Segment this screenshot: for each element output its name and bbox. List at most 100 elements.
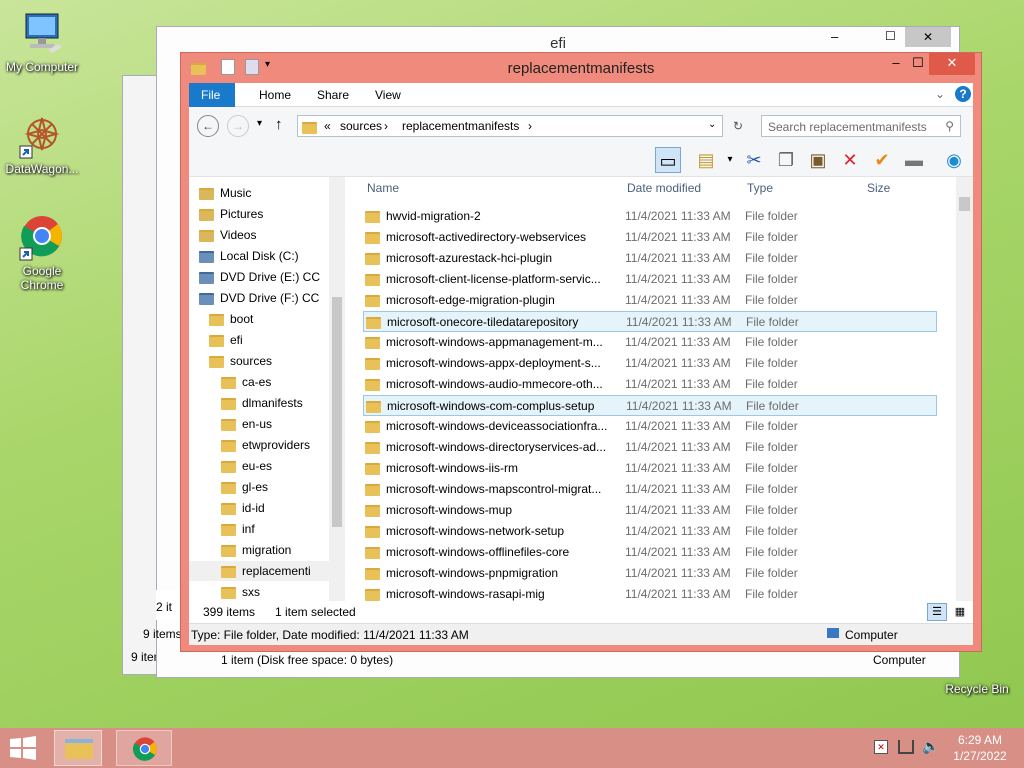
address-dropdown-icon[interactable]: ⌄ [708,119,716,130]
nav-item[interactable]: inf [221,519,255,539]
file-row[interactable]: microsoft-onecore-tiledatarepository 11/4… [363,311,937,332]
maximize-button[interactable]: ☐ [885,29,896,43]
file-row[interactable]: microsoft-activedirectory-webservices 11/… [363,227,937,248]
nav-item[interactable]: en-us [221,414,272,434]
scroll-thumb[interactable] [959,197,970,211]
nav-item[interactable]: sources [209,351,272,371]
file-row[interactable]: microsoft-windows-offlinefiles-core 11/4/… [363,542,937,563]
clock-time[interactable]: 6:29 AM [950,733,1010,747]
nav-item[interactable]: Videos [199,225,256,245]
chrome-taskbar-button[interactable] [116,730,172,766]
nav-item[interactable]: efi [209,330,243,350]
file-row[interactable]: microsoft-windows-network-setup 11/4/2021… [363,521,937,542]
desktop-icon-google-chrome[interactable]: Google Chrome [0,214,84,292]
chevron-right-icon[interactable]: › [384,119,388,133]
file-row[interactable]: microsoft-edge-migration-plugin 11/4/2021… [363,290,937,311]
back-button[interactable]: ← [197,115,219,137]
nav-item[interactable]: eu-es [221,456,272,476]
forward-button[interactable]: → [227,115,249,137]
file-row[interactable]: microsoft-windows-mup 11/4/2021 11:33 AM F… [363,500,937,521]
paste-icon[interactable]: ▣ [805,147,831,173]
column-header-name[interactable]: Name [367,177,399,199]
nav-item[interactable]: dlmanifests [221,393,303,413]
nav-item[interactable]: Music [199,183,251,203]
breadcrumb-sources[interactable]: sources [340,119,382,133]
file-explorer-taskbar-button[interactable] [54,730,102,766]
volume-icon[interactable]: 🔈 [922,738,939,755]
tab-file[interactable]: File [189,83,235,107]
file-row[interactable]: microsoft-windows-directoryservices-ad..… [363,437,937,458]
cut-icon[interactable]: ✂ [741,147,767,173]
nav-item[interactable]: id-id [221,498,265,518]
search-input[interactable]: Search replacementmanifests ⚲ [761,115,961,137]
help-icon[interactable]: ? [955,86,971,102]
title-bar[interactable]: ▾ replacementmanifests – ☐ ✕ [181,53,981,83]
file-row[interactable]: microsoft-client-license-platform-servic… [363,269,937,290]
file-row[interactable]: hwvid-migration-2 11/4/2021 11:33 AM File … [363,206,937,227]
up-button[interactable]: ↑ [275,116,283,133]
minimize-button[interactable]: – [831,29,838,44]
file-row[interactable]: microsoft-windows-iis-rm 11/4/2021 11:33 … [363,458,937,479]
nav-item[interactable]: migration [221,540,291,560]
nav-item[interactable]: Local Disk (C:) [199,246,299,266]
action-center-icon[interactable]: ✕ [874,740,888,754]
nav-item[interactable]: DVD Drive (E:) CC [199,267,320,287]
list-scrollbar[interactable] [956,177,973,601]
file-row[interactable]: microsoft-windows-appmanagement-m... 11/4… [363,332,937,353]
nav-item[interactable]: gl-es [221,477,268,497]
chevron-down-icon[interactable]: ▾ [717,147,743,173]
chevron-right-icon[interactable]: › [528,119,532,133]
folder-icon [209,355,224,368]
nav-item[interactable]: replacementi [189,561,337,581]
breadcrumb-replacementmanifests[interactable]: replacementmanifests [402,119,519,133]
tab-home[interactable]: Home [247,83,303,107]
properties-icon[interactable]: ▤ [693,147,719,173]
file-row[interactable]: microsoft-windows-rasapi-mig 11/4/2021 11… [363,584,937,601]
breadcrumb-prefix[interactable]: « [324,119,331,133]
globe-icon[interactable]: ◉ [941,147,967,173]
nav-item[interactable]: ca-es [221,372,271,392]
nav-item[interactable]: sxs [221,582,260,601]
details-view-button[interactable]: ☰ [927,603,947,621]
start-button[interactable] [8,736,38,760]
delete-icon[interactable]: ✕ [837,147,863,173]
file-row[interactable]: microsoft-windows-appx-deployment-s... 11… [363,353,937,374]
clock-date[interactable]: 1/27/2022 [950,749,1010,763]
large-icons-view-button[interactable]: ▦ [951,603,969,621]
nav-scroll-thumb[interactable] [332,297,342,527]
tab-view[interactable]: View [363,83,413,107]
column-header-type[interactable]: Type [747,177,773,199]
file-row[interactable]: microsoft-windows-deviceassociationfra..… [363,416,937,437]
file-row[interactable]: microsoft-azurestack-hci-plugin 11/4/2021… [363,248,937,269]
file-row[interactable]: microsoft-windows-mapscontrol-migrat... 1… [363,479,937,500]
column-header-date[interactable]: Date modified [627,177,701,199]
explorer-window[interactable]: ▾ replacementmanifests – ☐ ✕ File Home S… [180,52,982,652]
tab-share[interactable]: Share [305,83,361,107]
videos-folder-icon [199,229,214,242]
new-item-icon[interactable]: ▬ [901,147,927,173]
close-button[interactable]: ✕ [929,53,975,75]
folder-icon [221,397,236,410]
preview-pane-icon[interactable]: ▭ [655,147,681,173]
file-name: microsoft-onecore-tiledatarepository [387,315,579,329]
folder-icon [365,210,380,223]
desktop-icon-my-computer[interactable]: My Computer [0,10,84,74]
file-row[interactable]: microsoft-windows-pnpmigration 11/4/2021 … [363,563,937,584]
copy-icon[interactable]: ❐ [773,147,799,173]
nav-item[interactable]: DVD Drive (F:) CC [199,288,319,308]
file-row[interactable]: microsoft-windows-audio-mmecore-oth... 11… [363,374,937,395]
recent-locations-icon[interactable]: ▾ [257,118,262,129]
rename-icon[interactable]: ✔ [869,147,895,173]
nav-item[interactable]: boot [209,309,253,329]
desktop-icon-datawagon[interactable]: DataWagon... [0,112,84,176]
address-box[interactable]: « sources › replacementmanifests › ⌄ [297,115,723,137]
nav-item[interactable]: etwproviders [221,435,310,455]
network-icon[interactable] [898,740,914,754]
nav-scrollbar[interactable] [329,177,345,601]
close-button[interactable]: ✕ [905,27,951,47]
file-row[interactable]: microsoft-windows-com-complus-setup 11/4/… [363,395,937,416]
refresh-button[interactable]: ↻ [727,115,749,137]
ribbon-expand-icon[interactable]: ⌄ [935,87,945,101]
column-header-size[interactable]: Size [867,177,890,199]
nav-item[interactable]: Pictures [199,204,263,224]
